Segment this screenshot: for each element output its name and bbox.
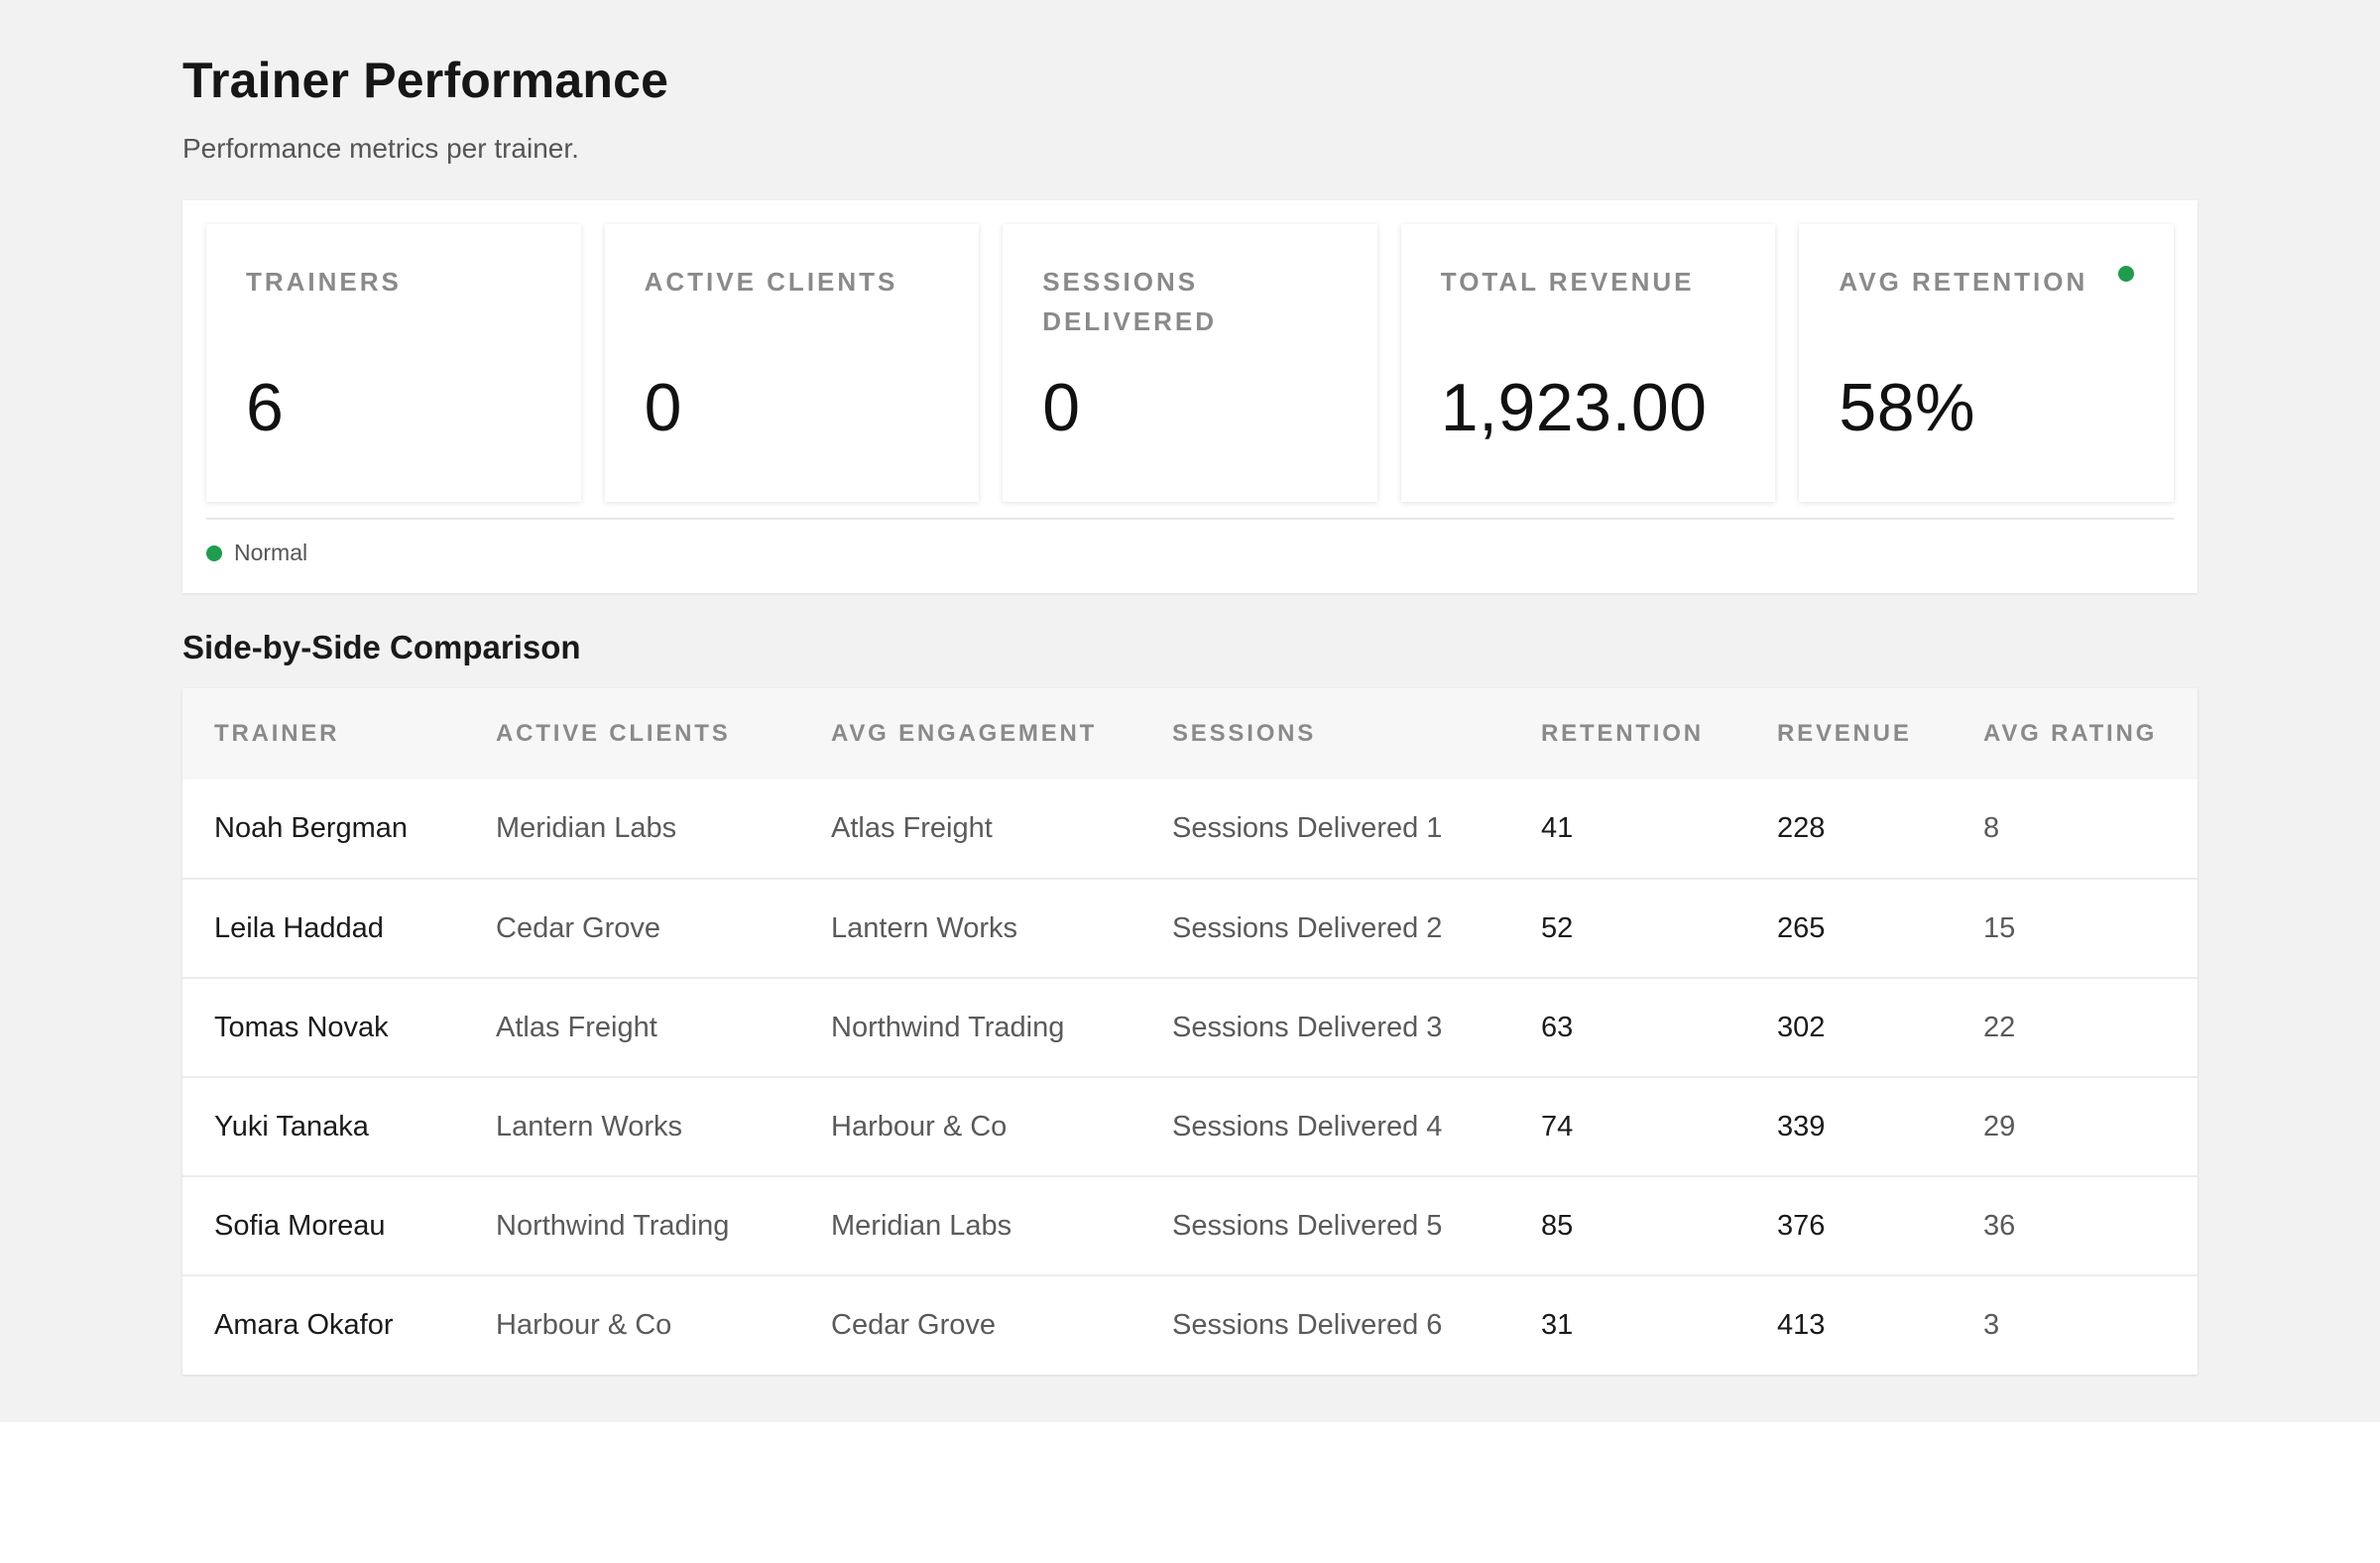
kpi-label: TRAINERS (246, 267, 402, 297)
table-body: Noah Bergman Meridian Labs Atlas Freight Se… (182, 780, 2198, 1375)
kpi-summary-panel: TRAINERS 6 ACTIVE CLIENTS 0 SESSIONS DEL… (182, 200, 2198, 593)
table-cell: Sessions Delivered 5 (1172, 1209, 1443, 1242)
table-row[interactable]: Noah Bergman Meridian Labs Atlas Freight Se… (182, 780, 2198, 879)
table-cell: Lantern Works (496, 1110, 683, 1142)
kpi-card-trainers: TRAINERS 6 (206, 224, 581, 502)
table-row[interactable]: Leila Haddad Cedar Grove Lantern Works Sess… (182, 879, 2198, 978)
column-header[interactable]: REVENUE (1745, 688, 1952, 780)
column-header[interactable]: AVG RATING (1952, 688, 2198, 780)
table-cell: 41 (1541, 812, 1574, 844)
table-cell: Tomas Novak (214, 1011, 389, 1043)
status-legend: Normal (206, 540, 307, 566)
table-cell: Meridian Labs (496, 812, 677, 844)
table-cell: 22 (1983, 1011, 2016, 1043)
table-row[interactable]: Yuki Tanaka Lantern Works Harbour & Co Sess… (182, 1077, 2198, 1176)
table-cell: Sessions Delivered 6 (1172, 1309, 1443, 1341)
table-cell: Sessions Delivered 1 (1172, 812, 1443, 844)
table-cell: Cedar Grove (496, 911, 661, 944)
table-cell: 376 (1777, 1209, 1826, 1242)
legend-label: Normal (234, 540, 308, 565)
table-cell: Northwind Trading (831, 1011, 1065, 1043)
kpi-card-sessions-delivered: SESSIONS DELIVERED 0 (1003, 224, 1377, 502)
table-cell: 85 (1541, 1209, 1574, 1242)
kpi-label: AVG RETENTION (1839, 267, 2088, 297)
table-row[interactable]: Sofia Moreau Northwind Trading Meridian La… (182, 1176, 2198, 1275)
table-cell: 36 (1983, 1209, 2016, 1242)
comparison-table-panel: TRAINER ACTIVE CLIENTS AVG ENGAGEMENT SE… (182, 688, 2198, 1375)
table-cell: 3 (1983, 1309, 2000, 1341)
kpi-label: SESSIONS DELIVERED (1042, 267, 1217, 336)
kpi-card-avg-retention: AVG RETENTION 58% (1799, 224, 2174, 502)
table-cell: 63 (1541, 1011, 1574, 1043)
table-cell: 52 (1541, 911, 1574, 944)
kpi-label: TOTAL REVENUE (1440, 267, 1695, 297)
divider (206, 518, 2174, 520)
kpi-label: ACTIVE CLIENTS (644, 267, 898, 297)
table-cell: Sofia Moreau (214, 1209, 386, 1242)
table-cell: 15 (1983, 911, 2016, 944)
table-row[interactable]: Amara Okafor Harbour & Co Cedar Grove Sessi… (182, 1275, 2198, 1375)
kpi-card-total-revenue: TOTAL REVENUE 1,923.00 (1400, 224, 1776, 502)
table-cell: 228 (1777, 812, 1826, 844)
table-cell: Sessions Delivered 3 (1172, 1011, 1443, 1043)
table-row[interactable]: Tomas Novak Atlas Freight Northwind Tradin… (182, 978, 2198, 1077)
column-header[interactable]: ACTIVE CLIENTS (464, 688, 799, 780)
column-header[interactable]: TRAINER (182, 688, 464, 780)
kpi-value: 58% (1839, 370, 1975, 445)
page-subtitle: Performance metrics per trainer. (182, 133, 579, 164)
table-cell: 29 (1983, 1110, 2016, 1142)
table-cell: Yuki Tanaka (214, 1110, 369, 1142)
table-cell: 265 (1777, 911, 1826, 944)
table-cell: Cedar Grove (831, 1309, 997, 1341)
kpi-card-active-clients: ACTIVE CLIENTS 0 (604, 224, 980, 502)
kpi-value: 6 (246, 370, 285, 445)
kpi-value: 0 (1042, 370, 1081, 445)
table-cell: Lantern Works (831, 911, 1018, 944)
table-cell: 339 (1777, 1110, 1826, 1142)
table-cell: Meridian Labs (831, 1209, 1012, 1242)
kpi-row: TRAINERS 6 ACTIVE CLIENTS 0 SESSIONS DEL… (206, 224, 2174, 502)
table-cell: Atlas Freight (496, 1011, 657, 1043)
column-header[interactable]: SESSIONS (1140, 688, 1509, 780)
kpi-value: 1,923.00 (1440, 370, 1708, 445)
table-cell: 8 (1983, 812, 2000, 844)
column-header[interactable]: AVG ENGAGEMENT (799, 688, 1140, 780)
table-cell: 74 (1541, 1110, 1574, 1142)
table-cell: Noah Bergman (214, 812, 409, 844)
column-header[interactable]: RETENTION (1509, 688, 1745, 780)
table-cell: Sessions Delivered 4 (1172, 1110, 1443, 1142)
table-cell: Amara Okafor (214, 1309, 394, 1341)
table-cell: 302 (1777, 1011, 1826, 1043)
table-cell: Harbour & Co (831, 1110, 1008, 1142)
table-cell: Northwind Trading (496, 1209, 730, 1242)
table-header-row: TRAINER ACTIVE CLIENTS AVG ENGAGEMENT SE… (182, 688, 2198, 780)
section-title: Side-by-Side Comparison (182, 629, 581, 665)
table-cell: Leila Haddad (214, 911, 384, 944)
kpi-value: 0 (644, 370, 682, 445)
status-dot-icon (206, 544, 222, 561)
page-title: Trainer Performance (182, 53, 669, 108)
table-cell: Atlas Freight (831, 812, 993, 844)
table-cell: Sessions Delivered 2 (1172, 911, 1443, 944)
table-cell: Harbour & Co (496, 1309, 672, 1341)
table-cell: 31 (1541, 1309, 1574, 1341)
table-cell: 413 (1777, 1309, 1826, 1341)
status-dot-icon (2117, 266, 2134, 282)
comparison-table: TRAINER ACTIVE CLIENTS AVG ENGAGEMENT SE… (182, 688, 2198, 1375)
